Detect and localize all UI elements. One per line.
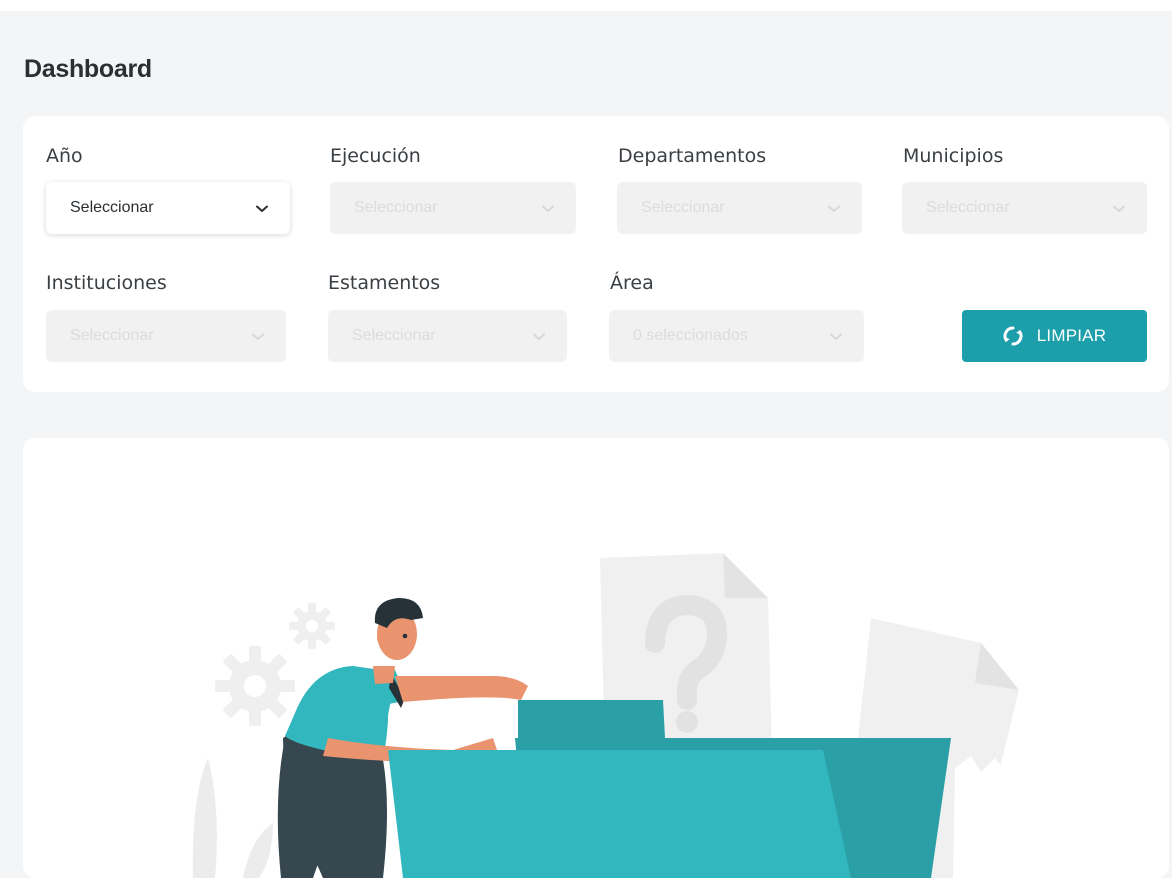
chevron-down-icon — [252, 333, 264, 340]
municipios-label: Municipios — [903, 145, 1004, 167]
chevron-down-icon — [533, 333, 545, 340]
chevron-down-icon — [1113, 205, 1125, 212]
area-label: Área — [610, 272, 654, 294]
estamentos-select-placeholder: Seleccionar — [352, 327, 436, 344]
chevron-down-icon — [828, 205, 840, 212]
plant-icon — [192, 758, 273, 878]
top-bar — [0, 0, 1172, 11]
instituciones-select-placeholder: Seleccionar — [70, 327, 154, 344]
municipios-select[interactable]: Seleccionar — [902, 182, 1147, 234]
departamentos-select-placeholder: Seleccionar — [641, 199, 725, 216]
chevron-down-icon — [542, 205, 554, 212]
chevron-down-icon — [256, 205, 268, 212]
area-select[interactable]: 0 seleccionados — [609, 310, 864, 362]
anio-select[interactable]: Seleccionar — [46, 182, 290, 234]
empty-state-panel — [23, 438, 1169, 878]
ejecucion-label: Ejecución — [330, 145, 421, 167]
anio-select-value: Seleccionar — [70, 199, 154, 216]
gear-icon — [289, 603, 335, 649]
filter-panel: Año Seleccionar Ejecución Seleccionar De… — [23, 116, 1169, 392]
area-select-value: 0 seleccionados — [633, 327, 748, 344]
ejecucion-select[interactable]: Seleccionar — [330, 182, 576, 234]
clear-filters-label: LIMPIAR — [1036, 326, 1107, 345]
refresh-icon — [1003, 326, 1023, 346]
ejecucion-select-placeholder: Seleccionar — [354, 199, 438, 216]
departamentos-select[interactable]: Seleccionar — [617, 182, 862, 234]
page-title: Dashboard — [24, 55, 152, 83]
chevron-down-icon — [830, 333, 842, 340]
estamentos-select[interactable]: Seleccionar — [328, 310, 567, 362]
departamentos-label: Departamentos — [618, 145, 767, 167]
anio-label: Año — [46, 145, 83, 167]
instituciones-select[interactable]: Seleccionar — [46, 310, 286, 362]
gear-icon — [215, 646, 295, 726]
empty-state-illustration — [192, 553, 1019, 878]
instituciones-label: Instituciones — [46, 272, 167, 294]
municipios-select-placeholder: Seleccionar — [926, 199, 1010, 216]
clear-filters-button[interactable]: LIMPIAR — [962, 310, 1147, 362]
estamentos-label: Estamentos — [328, 272, 441, 294]
